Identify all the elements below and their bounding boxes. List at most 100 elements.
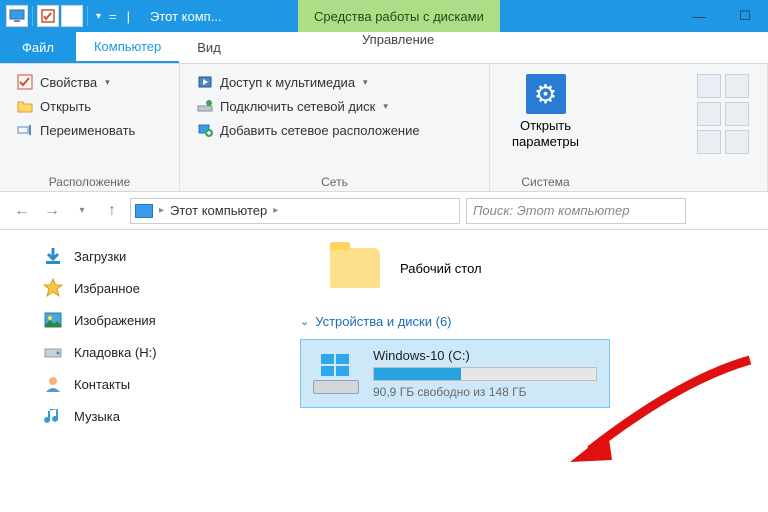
- window-controls: — ☐: [676, 0, 768, 32]
- tree-item-downloads[interactable]: Загрузки: [6, 240, 274, 272]
- tree-item-contacts[interactable]: Контакты: [6, 368, 274, 400]
- open-settings-label1: Открыть: [512, 118, 579, 134]
- pictures-icon: [42, 309, 64, 331]
- music-icon: [42, 405, 64, 427]
- tree-label: Кладовка (H:): [74, 345, 157, 360]
- drive-name: Windows-10 (C:): [373, 348, 597, 363]
- map-drive-button[interactable]: Подключить сетевой диск ▾: [194, 94, 475, 118]
- chevron-right-icon: ▸: [159, 205, 164, 216]
- ribbon-group-location: Свойства ▾ Открыть Переименовать Располо…: [0, 64, 180, 191]
- star-icon: [42, 277, 64, 299]
- up-button[interactable]: ↑: [100, 199, 124, 223]
- ribbon-group-system: ⚙ Открыть параметры Система: [490, 64, 768, 191]
- address-bar[interactable]: ▸ Этот компьютер ▸: [130, 198, 460, 224]
- tree-label: Загрузки: [74, 249, 126, 264]
- recent-dropdown[interactable]: ▾: [70, 199, 94, 223]
- section-title: Устройства и диски (6): [315, 314, 451, 329]
- tree-item-pictures[interactable]: Изображения: [6, 304, 274, 336]
- drive-info: Windows-10 (C:) 90,9 ГБ свободно из 148 …: [373, 348, 597, 399]
- open-settings-label2: параметры: [512, 134, 579, 150]
- tree-item-music[interactable]: Музыка: [6, 400, 274, 432]
- system-mini-6[interactable]: [725, 130, 749, 154]
- qat-icon-blank[interactable]: [61, 5, 83, 27]
- content-area: Загрузки Избранное Изображения Кладовка …: [0, 230, 768, 512]
- section-devices-header[interactable]: ⌄ Устройства и диски (6): [300, 314, 748, 329]
- tab-computer[interactable]: Компьютер: [76, 32, 179, 63]
- qat-dropdown-icon[interactable]: ▾: [92, 11, 105, 22]
- add-location-icon: [196, 121, 214, 139]
- add-location-button[interactable]: Добавить сетевое расположение: [194, 118, 475, 142]
- ribbon-tabs: Файл Компьютер Вид Управление: [0, 32, 768, 64]
- window-title: Этот комп...: [150, 9, 222, 24]
- drive-usage-bar: [373, 367, 597, 381]
- map-drive-label: Подключить сетевой диск: [220, 99, 375, 114]
- tree-label: Музыка: [74, 409, 120, 424]
- system-mini-1[interactable]: [697, 74, 721, 98]
- chevron-right-icon: ▸: [273, 205, 278, 216]
- dropdown-icon: ▾: [383, 101, 388, 112]
- tree-item-storage[interactable]: Кладовка (H:): [6, 336, 274, 368]
- title-bar: ▾ = | Этот комп... Средства работы с дис…: [0, 0, 768, 32]
- media-access-label: Доступ к мультимедиа: [220, 75, 355, 90]
- search-placeholder: Поиск: Этот компьютер: [473, 203, 629, 218]
- system-mini-2[interactable]: [725, 74, 749, 98]
- ribbon: Свойства ▾ Открыть Переименовать Располо…: [0, 64, 768, 192]
- drive-free-text: 90,9 ГБ свободно из 148 ГБ: [373, 385, 597, 399]
- search-box[interactable]: Поиск: Этот компьютер: [466, 198, 686, 224]
- tab-view[interactable]: Вид: [179, 32, 239, 63]
- media-icon: [196, 73, 214, 91]
- tree-label: Избранное: [74, 281, 140, 296]
- tree-label: Контакты: [74, 377, 130, 392]
- properties-label: Свойства: [40, 75, 97, 90]
- properties-button[interactable]: Свойства ▾: [14, 70, 165, 94]
- system-mini-5[interactable]: [697, 130, 721, 154]
- open-settings-button[interactable]: ⚙ Открыть параметры: [504, 70, 587, 153]
- system-mini-3[interactable]: [697, 102, 721, 126]
- group-label-network: Сеть: [194, 171, 475, 189]
- breadcrumb-root[interactable]: Этот компьютер: [170, 203, 267, 218]
- qat-separator: |: [121, 9, 136, 24]
- tab-manage[interactable]: Управление: [344, 32, 452, 47]
- qat-icon-monitor[interactable]: [6, 5, 28, 27]
- network-drive-icon: [196, 97, 214, 115]
- qat-separator: [87, 6, 88, 26]
- folder-label: Рабочий стол: [400, 261, 482, 276]
- tab-file[interactable]: Файл: [0, 32, 76, 63]
- checkbox-icon: [16, 73, 34, 91]
- main-pane: Рабочий стол ⌄ Устройства и диски (6) Wi…: [280, 230, 768, 512]
- navigation-pane: Загрузки Избранное Изображения Кладовка …: [0, 230, 280, 512]
- system-mini-4[interactable]: [725, 102, 749, 126]
- drive-usage-fill: [374, 368, 461, 380]
- dropdown-icon: ▾: [105, 77, 110, 88]
- media-access-button[interactable]: Доступ к мультимедиа ▾: [194, 70, 475, 94]
- qat-icon-properties[interactable]: [37, 5, 59, 27]
- qat-separator: [32, 6, 33, 26]
- windows-logo-icon: [321, 354, 349, 376]
- tree-label: Изображения: [74, 313, 156, 328]
- tree-item-favorites[interactable]: Избранное: [6, 272, 274, 304]
- address-bar-row: ← → ▾ ↑ ▸ Этот компьютер ▸ Поиск: Этот к…: [0, 192, 768, 230]
- rename-icon: [16, 121, 34, 139]
- group-label-location: Расположение: [14, 171, 165, 189]
- add-location-label: Добавить сетевое расположение: [220, 123, 420, 138]
- dropdown-icon: ▾: [363, 77, 368, 88]
- this-pc-icon: [135, 204, 153, 218]
- rename-label: Переименовать: [40, 123, 135, 138]
- open-button[interactable]: Открыть: [14, 94, 165, 118]
- drive-icon: [42, 341, 64, 363]
- back-button[interactable]: ←: [10, 199, 34, 223]
- qat-overflow-icon[interactable]: =: [107, 9, 119, 24]
- folder-icon: [330, 248, 380, 288]
- folder-item-desktop[interactable]: Рабочий стол: [330, 248, 748, 288]
- drive-item-c[interactable]: Windows-10 (C:) 90,9 ГБ свободно из 148 …: [300, 339, 610, 408]
- contacts-icon: [42, 373, 64, 395]
- rename-button[interactable]: Переименовать: [14, 118, 165, 142]
- maximize-button[interactable]: ☐: [722, 0, 768, 32]
- minimize-button[interactable]: —: [676, 0, 722, 32]
- contextual-tab-header: Средства работы с дисками: [298, 0, 500, 32]
- folder-open-icon: [16, 97, 34, 115]
- chevron-down-icon: ⌄: [300, 315, 309, 328]
- quick-access-toolbar: ▾ = |: [6, 5, 136, 27]
- gear-icon: ⚙: [526, 74, 566, 114]
- forward-button[interactable]: →: [40, 199, 64, 223]
